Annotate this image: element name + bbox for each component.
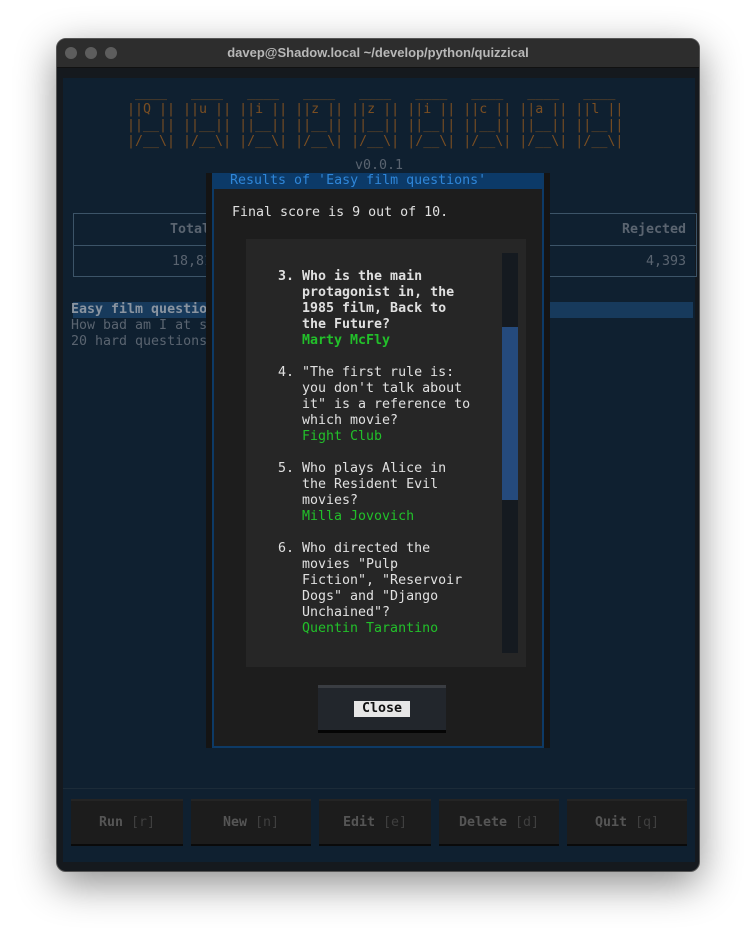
scrollbar[interactable] [502,253,518,653]
delete-button[interactable]: Delete [d] [439,799,559,846]
quit-button[interactable]: Quit [q] [567,799,687,846]
header-total: Total [169,222,210,237]
list-item[interactable]: Easy film questio [71,302,207,318]
list-item[interactable]: How bad am I at s [71,318,207,334]
scrollbar-thumb[interactable] [502,327,518,500]
new-button[interactable]: New [n] [191,799,311,846]
header-rejected: Rejected [621,222,686,237]
results-dialog: Results of 'Easy film questions' Final s… [206,173,550,748]
question-item: 5. Who plays Alice in the Resident Evil … [278,461,455,524]
title-bar: davep@Shadow.local ~/develop/python/quiz… [57,39,699,68]
logo-line: |/__\| |/__\| |/__\| |/__\| |/__\| |/__\… [127,134,624,149]
logo-line: ____ ____ ____ ____ ____ ____ ____ ____ … [127,86,624,101]
run-button[interactable]: Run [r] [71,799,183,846]
version-label: v0.0.1 [354,158,404,173]
window-title: davep@Shadow.local ~/develop/python/quiz… [227,45,529,60]
value-rejected: 4,393 [645,254,686,269]
list-item[interactable]: 20 hard questions [71,334,207,350]
edit-button[interactable]: Edit [e] [319,799,431,846]
close-button[interactable]: Close [318,685,446,733]
question-item: 4. "The first rule is: you don't talk ab… [278,365,479,444]
logo-line: ||Q || ||u || ||i || ||z || ||z || ||i |… [127,102,624,117]
question-item: 3. Who is the main protagonist in, the 1… [278,269,463,348]
final-score: Final score is 9 out of 10. [232,205,449,220]
logo-line: ||__|| ||__|| ||__|| ||__|| ||__|| ||__|… [127,118,624,133]
results-scroll-panel[interactable]: 3. Who is the main protagonist in, the 1… [246,239,526,667]
question-item: 6. Who directed the movies "Pulp Fiction… [278,541,471,636]
dialog-title: Results of 'Easy film questions' [214,173,542,189]
